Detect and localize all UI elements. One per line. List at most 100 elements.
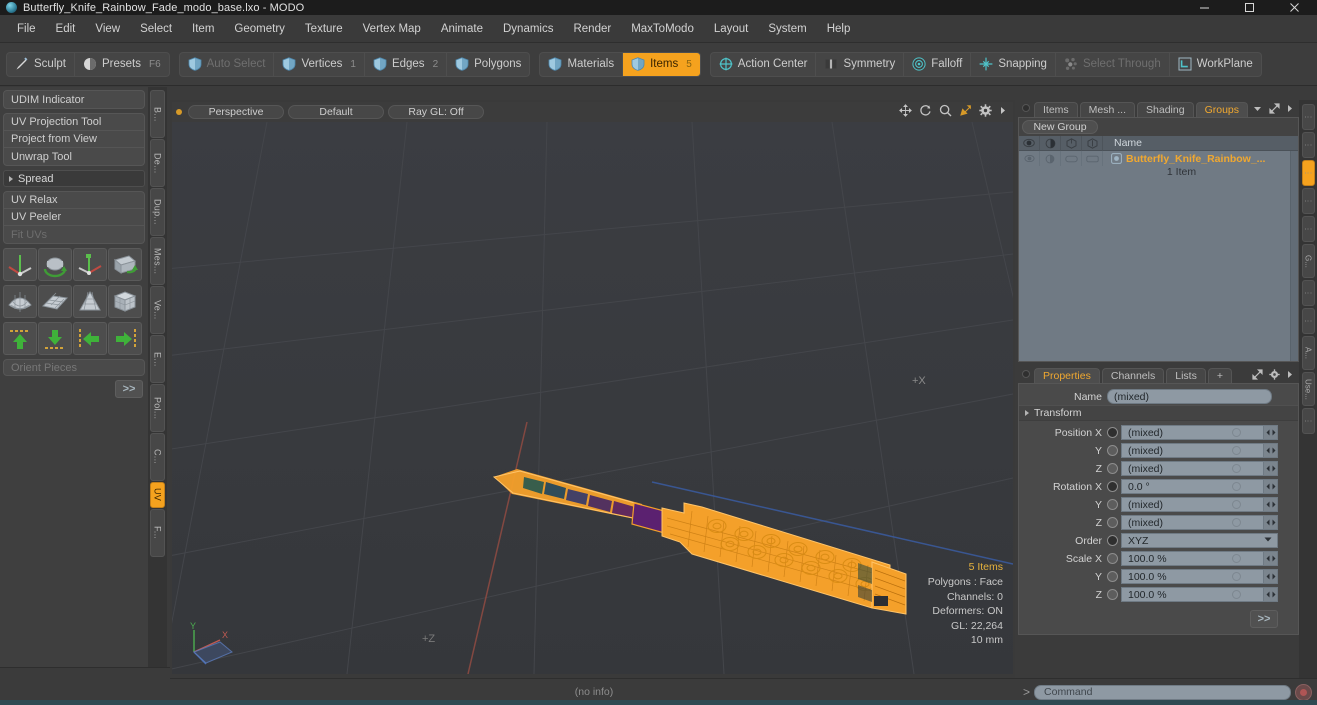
uv-grid-flat-icon[interactable] [38, 285, 72, 318]
menu-item-layout[interactable]: Layout [704, 20, 759, 38]
prop-value-field[interactable]: XYZ [1121, 533, 1278, 548]
prop-radio-toggle[interactable] [1107, 517, 1118, 528]
rotate-icon[interactable] [919, 104, 932, 117]
right-vtab-4[interactable]: ⋮ [1301, 216, 1315, 242]
prop-value-field[interactable]: (mixed) [1121, 497, 1264, 512]
prop-radio-toggle[interactable] [1107, 481, 1118, 492]
chevron-down-icon[interactable] [1252, 103, 1263, 117]
right-vtab-2[interactable]: ⋮ [1301, 160, 1315, 186]
command-input[interactable]: Command [1034, 684, 1291, 700]
uv-gizmo-icon[interactable] [3, 248, 37, 281]
right-vtab-7[interactable]: ⋮ [1301, 308, 1315, 334]
chevron-right-icon[interactable] [1286, 369, 1294, 383]
action-center-button[interactable]: Action Center [711, 52, 817, 76]
shading-mode-selector[interactable]: Default [288, 105, 384, 119]
align-left-icon[interactable] [73, 322, 107, 355]
prop-value-field[interactable]: 0.0 ° [1121, 479, 1264, 494]
right-vtab-6[interactable]: ⋮ [1301, 280, 1315, 306]
expand-icon[interactable] [1252, 369, 1263, 383]
right-vtab-0[interactable]: ⋮ [1301, 104, 1315, 130]
uv-projection-tool-item[interactable]: UV Projection Tool [4, 114, 144, 131]
menu-item-edit[interactable]: Edit [46, 20, 86, 38]
row-eye-toggle[interactable] [1019, 151, 1040, 166]
uv-sphere-map-icon[interactable] [3, 285, 37, 318]
falloff-button[interactable]: Falloff [904, 52, 972, 76]
align-right-icon[interactable] [108, 322, 142, 355]
left-vtab-dup[interactable]: Dup... [150, 188, 165, 236]
menu-item-render[interactable]: Render [563, 20, 621, 38]
prop-radio-toggle[interactable] [1107, 427, 1118, 438]
menu-item-item[interactable]: Item [182, 20, 224, 38]
project-from-view-item[interactable]: Project from View [4, 131, 144, 148]
prop-radio-toggle[interactable] [1107, 571, 1118, 582]
prop-spinner[interactable] [1264, 425, 1278, 440]
prop-value-field[interactable]: 100.0 % [1121, 569, 1264, 584]
unwrap-tool-item[interactable]: Unwrap Tool [4, 148, 144, 165]
align-up-icon[interactable] [3, 322, 37, 355]
chevron-down-icon[interactable] [1263, 534, 1273, 547]
prop-spinner[interactable] [1264, 569, 1278, 584]
prop-spinner[interactable] [1264, 461, 1278, 476]
vertices-button[interactable]: Vertices 1 [274, 52, 365, 76]
menu-item-view[interactable]: View [85, 20, 130, 38]
prop-radio-toggle[interactable] [1107, 535, 1118, 546]
uv-move-icon[interactable] [73, 248, 107, 281]
group-row-name[interactable]: Butterfly_Knife_Rainbow_... [1103, 153, 1265, 165]
workplane-button[interactable]: WorkPlane [1170, 53, 1261, 76]
materials-button[interactable]: Materials [540, 52, 624, 76]
right-vtab-5[interactable]: G... [1301, 244, 1315, 278]
gear-icon[interactable] [1269, 369, 1280, 383]
left-vtab-e[interactable]: E... [150, 335, 165, 383]
tab-[interactable]: + [1207, 368, 1232, 383]
prop-radio-toggle[interactable] [1107, 445, 1118, 456]
menu-item-system[interactable]: System [758, 20, 816, 38]
pan-icon[interactable] [899, 104, 912, 117]
uv-cube-map-icon[interactable] [108, 285, 142, 318]
prop-spinner[interactable] [1264, 443, 1278, 458]
uv-relax-item[interactable]: UV Relax [4, 192, 144, 209]
menu-item-dynamics[interactable]: Dynamics [493, 20, 563, 38]
sculpt-button[interactable]: Sculpt [7, 52, 75, 76]
fit-icon[interactable] [959, 104, 972, 117]
right-vtab-8[interactable]: A... [1301, 336, 1315, 370]
left-vtab-mes[interactable]: Mes... [150, 237, 165, 285]
tab-properties[interactable]: Properties [1034, 368, 1100, 383]
wire-icon[interactable] [1061, 135, 1082, 151]
left-vtab-de[interactable]: De... [150, 139, 165, 187]
raygl-toggle[interactable]: Ray GL: Off [388, 105, 484, 119]
polygons-button[interactable]: Polygons [447, 53, 529, 76]
transform-section-header[interactable]: Transform [1019, 405, 1298, 421]
items-button[interactable]: Items 5 [623, 52, 700, 76]
left-vtab-b[interactable]: B... [150, 90, 165, 138]
menu-item-file[interactable]: File [7, 20, 46, 38]
edges-button[interactable]: Edges 2 [365, 52, 448, 76]
new-group-button[interactable]: New Group [1022, 120, 1098, 134]
right-vtab-9[interactable]: Use... [1301, 372, 1315, 406]
viewport-menu-dot-icon[interactable] [176, 109, 182, 115]
prop-radio-toggle[interactable] [1107, 553, 1118, 564]
chevron-right-icon[interactable] [999, 104, 1007, 117]
maximize-button[interactable] [1227, 0, 1272, 15]
row-shade-toggle[interactable] [1040, 151, 1061, 166]
properties-menu-dot-icon[interactable] [1022, 370, 1030, 378]
menu-item-vertex-map[interactable]: Vertex Map [353, 20, 431, 38]
select-through-button[interactable]: Select Through [1056, 52, 1170, 76]
snapping-button[interactable]: Snapping [971, 52, 1056, 76]
prop-value-field[interactable]: (mixed) [1121, 443, 1264, 458]
prop-spinner[interactable] [1264, 515, 1278, 530]
chevron-right-icon[interactable] [1286, 103, 1294, 117]
zoom-icon[interactable] [939, 104, 952, 117]
prop-value-field[interactable]: (mixed) [1121, 515, 1264, 530]
prop-value-field[interactable]: 100.0 % [1121, 551, 1264, 566]
menu-item-help[interactable]: Help [817, 20, 861, 38]
left-vtab-uv[interactable]: UV [150, 482, 165, 508]
uv-peeler-item[interactable]: UV Peeler [4, 209, 144, 226]
prop-radio-toggle[interactable] [1107, 499, 1118, 510]
left-vtab-c[interactable]: C... [150, 433, 165, 481]
left-vtab-ve[interactable]: Ve... [150, 286, 165, 334]
orient-pieces-field[interactable]: Orient Pieces [3, 359, 145, 376]
prop-value-field[interactable]: 100.0 % [1121, 587, 1264, 602]
panel-menu-dot-icon[interactable] [1022, 104, 1030, 112]
align-down-icon[interactable] [38, 322, 72, 355]
tab-mesh[interactable]: Mesh ... [1079, 102, 1136, 117]
